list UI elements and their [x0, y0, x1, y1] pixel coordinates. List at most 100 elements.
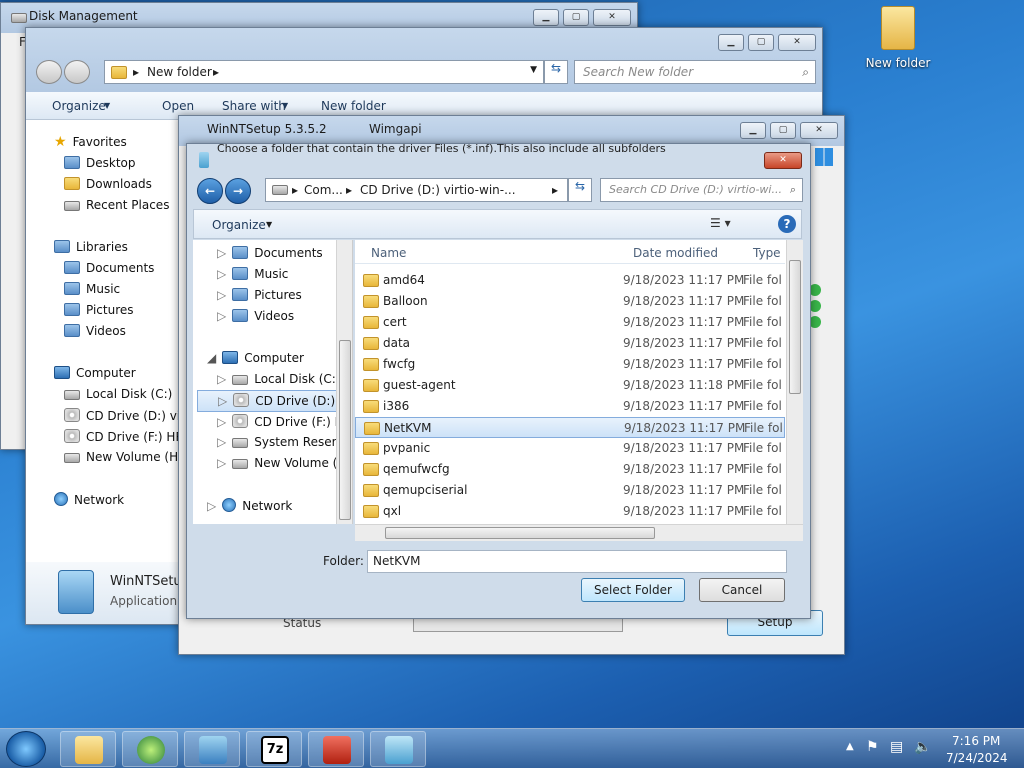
back-button[interactable] [36, 60, 62, 84]
folder-input[interactable]: NetKVM [367, 550, 787, 573]
taskbar-winntsetup[interactable] [370, 731, 426, 767]
cancel-button[interactable]: Cancel [699, 578, 785, 602]
view-options-icon[interactable]: ☰ ▾ [710, 216, 731, 230]
start-button[interactable] [6, 731, 46, 767]
new-folder-button[interactable]: New folder [321, 99, 386, 113]
address-segment[interactable]: New folder [147, 65, 212, 79]
file-row[interactable]: guest-agent 9/18/2023 11:18 PM File fol [355, 375, 785, 396]
select-folder-button[interactable]: Select Folder [581, 578, 685, 602]
dialog-organize-button[interactable]: Organize [212, 218, 266, 232]
file-row[interactable]: fwcfg 9/18/2023 11:17 PM File fol [355, 354, 785, 375]
dialog-nav-videos[interactable]: ▷ Videos [217, 309, 294, 323]
chevron-down-icon[interactable]: ▼ [530, 65, 537, 75]
address-segment-drive[interactable]: CD Drive (D:) virtio-win-... [360, 183, 516, 197]
refresh-button[interactable]: ⇆ [544, 60, 568, 84]
minimize-button[interactable]: ▁ [533, 9, 559, 26]
dialog-refresh-button[interactable]: ⇆ [568, 178, 592, 202]
desktop-new-folder[interactable]: New folder [862, 6, 934, 76]
file-row[interactable]: NetKVM 9/18/2023 11:17 PM File fol [355, 417, 785, 438]
browse-folder-dialog[interactable]: Choose a folder that contain the driver … [186, 142, 811, 619]
column-name-header[interactable]: Name [371, 246, 406, 260]
close-button[interactable]: ✕ [593, 9, 631, 26]
file-scroll-thumb[interactable] [789, 260, 801, 394]
address-segment-computer[interactable]: Com... [304, 183, 343, 197]
file-row[interactable]: cert 9/18/2023 11:17 PM File fol [355, 312, 785, 333]
close-button[interactable]: ✕ [800, 122, 838, 139]
dialog-nav-pictures[interactable]: ▷ Pictures [217, 288, 302, 302]
column-type-header[interactable]: Type [753, 246, 781, 260]
share-with-button[interactable]: Share with [222, 99, 286, 113]
close-button[interactable]: ✕ [764, 152, 802, 169]
network-tray-icon[interactable]: ▤ [890, 739, 903, 755]
help-icon[interactable]: ? [778, 215, 796, 233]
nav-cd-f[interactable]: CD Drive (F:) HRM [64, 429, 194, 444]
taskbar-media-center[interactable] [122, 731, 178, 767]
file-row[interactable]: qxl 9/18/2023 11:17 PM File fol [355, 501, 785, 522]
minimize-button[interactable]: ▁ [740, 122, 766, 139]
organize-button[interactable]: Organize [52, 99, 106, 113]
dialog-nav-computer[interactable]: ◢ Computer [207, 351, 304, 365]
maximize-button[interactable]: ▢ [748, 34, 774, 51]
nav-documents[interactable]: Documents [64, 261, 154, 275]
chevron-down-icon: ▼ [104, 101, 111, 110]
nav-scroll-thumb[interactable] [339, 340, 351, 520]
clock-date[interactable]: 7/24/2024 [946, 751, 1008, 765]
dialog-search-input[interactable]: Search CD Drive (D:) virtio-wi... ⌕ [600, 178, 803, 202]
dialog-nav-system-reserved[interactable]: ▷ System Reserved [217, 435, 352, 449]
maximize-button[interactable]: ▢ [563, 9, 589, 26]
file-row[interactable]: qemufwcfg 9/18/2023 11:17 PM File fol [355, 459, 785, 480]
show-hidden-icons[interactable]: ▲ [846, 741, 854, 752]
nav-vol-h[interactable]: New Volume (H:) [64, 450, 187, 464]
maximize-button[interactable]: ▢ [770, 122, 796, 139]
nav-computer[interactable]: Computer [54, 366, 136, 380]
address-bar[interactable]: ▸ New folder ▸ ▼ [104, 60, 544, 84]
nav-pictures[interactable]: Pictures [64, 303, 134, 317]
clock-time[interactable]: 7:16 PM [952, 734, 1000, 748]
taskbar-explorer[interactable] [60, 731, 116, 767]
dialog-nav-cd-d[interactable]: ▷ CD Drive (D:) virt [197, 390, 352, 412]
dialog-address-bar[interactable]: ▸ Com... ▸ CD Drive (D:) virtio-win-... … [265, 178, 568, 202]
volume-muted-icon[interactable]: 🔈 [914, 739, 931, 755]
h-scroll-thumb[interactable] [385, 527, 655, 539]
dialog-forward-button[interactable]: → [225, 178, 251, 204]
minimize-button[interactable]: ▁ [718, 34, 744, 51]
documents-icon [64, 261, 80, 274]
nav-local-c[interactable]: Local Disk (C:) [64, 387, 172, 401]
file-row[interactable]: i386 9/18/2023 11:17 PM File fol [355, 396, 785, 417]
nav-music[interactable]: Music [64, 282, 120, 296]
nav-desktop[interactable]: Desktop [64, 156, 136, 170]
nav-scrollbar[interactable] [336, 240, 352, 524]
dialog-nav-network[interactable]: ▷ Network [207, 498, 292, 513]
taskbar-7zip[interactable]: 7z [246, 731, 302, 767]
file-row[interactable]: Balloon 9/18/2023 11:17 PM File fol [355, 291, 785, 312]
nav-favorites[interactable]: ★ Favorites [54, 134, 127, 150]
nav-libraries[interactable]: Libraries [54, 240, 128, 254]
explorer-titlebar[interactable]: ▁ ▢ ✕ ▸ New folder ▸ ▼ ⇆ Search New fold… [26, 28, 822, 94]
action-center-icon[interactable]: ⚑ [866, 739, 879, 755]
nav-videos[interactable]: Videos [64, 324, 126, 338]
dialog-nav-music[interactable]: ▷ Music [217, 267, 288, 281]
dialog-nav-cd-f[interactable]: ▷ CD Drive (F:) HRM [217, 414, 352, 429]
file-row[interactable]: qemupciserial 9/18/2023 11:17 PM File fol [355, 480, 785, 501]
search-input[interactable]: Search New folder ⌕ [574, 60, 816, 84]
dialog-back-button[interactable]: ← [197, 178, 223, 204]
nav-recent[interactable]: Recent Places [64, 198, 169, 212]
taskbar-toolbox[interactable] [308, 731, 364, 767]
taskbar-control-panel[interactable] [184, 731, 240, 767]
nav-network[interactable]: Network [54, 492, 124, 507]
nav-downloads[interactable]: Downloads [64, 177, 152, 191]
drive-icon [232, 375, 249, 385]
file-row[interactable]: data 9/18/2023 11:17 PM File fol [355, 333, 785, 354]
file-scrollbar[interactable] [786, 240, 803, 524]
file-row[interactable]: pvpanic 9/18/2023 11:17 PM File fol [355, 438, 785, 459]
open-button[interactable]: Open [162, 99, 194, 113]
column-date-header[interactable]: Date modified [633, 246, 718, 260]
dialog-nav-documents[interactable]: ▷ Documents [217, 246, 323, 260]
forward-button[interactable] [64, 60, 90, 84]
dialog-nav-local-c[interactable]: ▷ Local Disk (C:) [217, 372, 341, 386]
dialog-titlebar[interactable]: Choose a folder that contain the driver … [187, 142, 810, 174]
horizontal-scrollbar[interactable] [355, 524, 803, 541]
close-button[interactable]: ✕ [778, 34, 816, 51]
dialog-nav-vol-h[interactable]: ▷ New Volume (H:) [217, 456, 352, 470]
file-row[interactable]: amd64 9/18/2023 11:17 PM File fol [355, 270, 785, 291]
